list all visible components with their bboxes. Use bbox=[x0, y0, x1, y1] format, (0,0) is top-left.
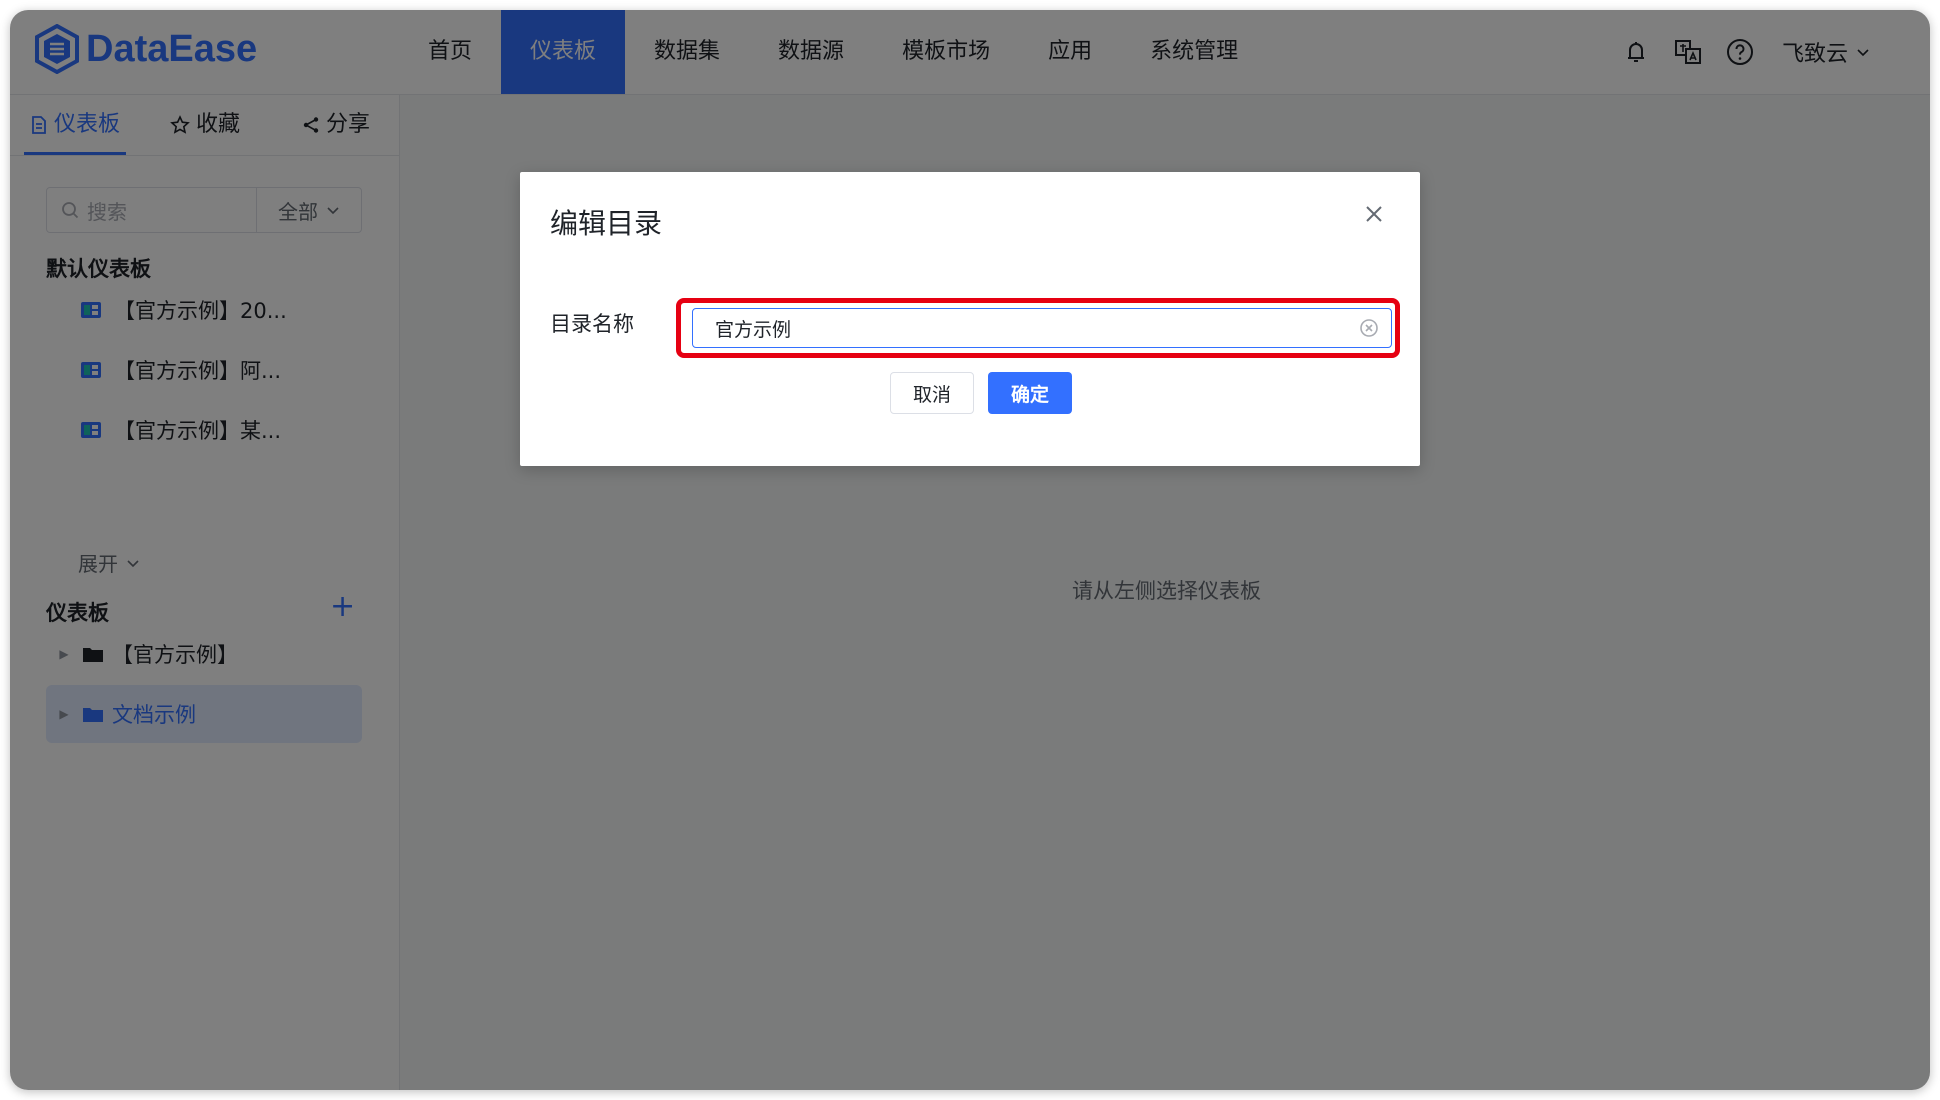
clear-circle-icon[interactable] bbox=[1359, 318, 1379, 338]
directory-name-input[interactable]: 官方示例 bbox=[692, 308, 1392, 348]
confirm-button[interactable]: 确定 bbox=[988, 372, 1072, 414]
dialog-title: 编辑目录 bbox=[550, 207, 663, 240]
cancel-button[interactable]: 取消 bbox=[890, 372, 974, 414]
directory-name-label: 目录名称 bbox=[550, 312, 634, 336]
directory-name-value: 官方示例 bbox=[715, 318, 792, 341]
edit-directory-dialog: 编辑目录 目录名称 官方示例 取消 确定 bbox=[520, 172, 1420, 466]
app-window: DataEase 首页 仪表板 数据集 数据源 模板市场 应用 系统管理 飞致云 bbox=[10, 10, 1930, 1090]
close-icon[interactable] bbox=[1362, 202, 1386, 226]
